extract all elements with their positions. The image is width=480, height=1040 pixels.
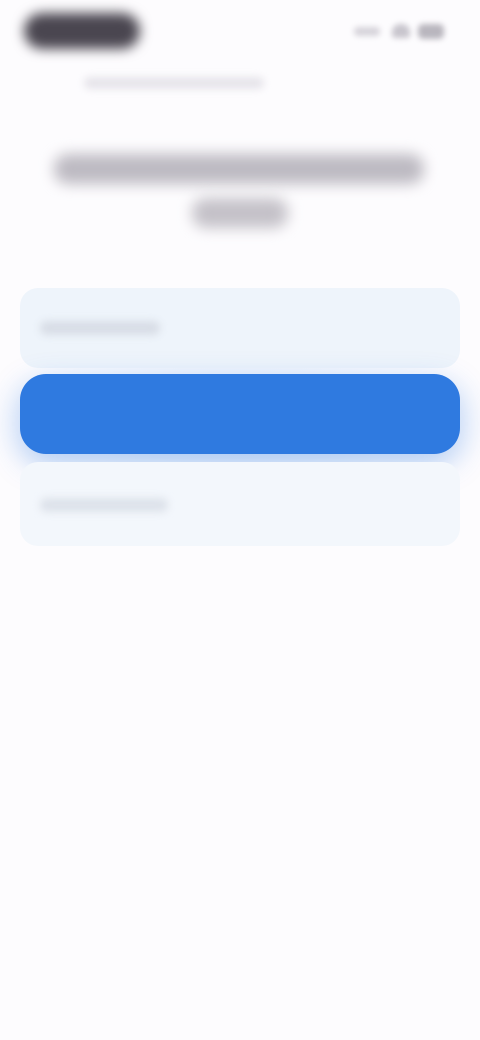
option-label-shape (40, 321, 160, 335)
status-icons (354, 20, 444, 42)
option-item-selected[interactable] (20, 374, 460, 454)
status-time (24, 13, 140, 49)
battery-icon (418, 24, 444, 39)
option-label-shape (40, 498, 168, 512)
cellular-signal-icon (354, 27, 380, 36)
page-title (48, 146, 432, 242)
option-item[interactable] (20, 462, 460, 546)
app-screen (0, 0, 480, 1040)
wifi-icon (392, 24, 410, 38)
options-list (0, 276, 480, 576)
status-bar (0, 0, 480, 64)
option-item[interactable] (20, 288, 460, 368)
subtitle (84, 74, 264, 92)
